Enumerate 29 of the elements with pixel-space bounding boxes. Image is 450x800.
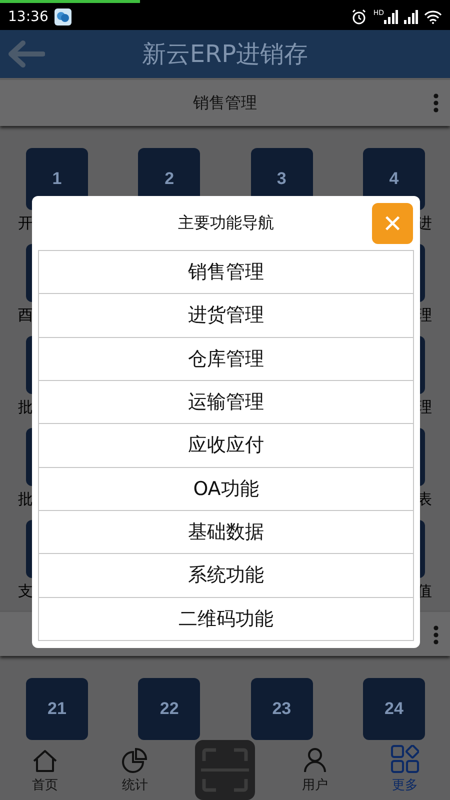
user-icon xyxy=(303,747,327,773)
app-title: 新云ERP进销存 xyxy=(142,39,308,70)
menu-tile[interactable]: 23 xyxy=(250,678,313,740)
menu-tile[interactable]: 21 xyxy=(26,678,88,740)
scan-icon xyxy=(201,747,249,793)
tile-label: 酉 xyxy=(18,306,33,324)
grid-icon xyxy=(391,745,419,773)
app-notification-icon xyxy=(54,8,72,26)
status-time: 13:36 xyxy=(8,8,48,24)
tile-label: 批 xyxy=(18,490,33,508)
alarm-icon xyxy=(351,8,368,24)
menu-tile[interactable]: 22 xyxy=(138,678,200,740)
tab-item[interactable]: 统计 xyxy=(105,740,165,800)
section-title: 销售管理 xyxy=(193,92,257,114)
tile-label: 开 xyxy=(18,214,33,232)
tab-item[interactable]: 首页 xyxy=(15,740,75,800)
menu-tile[interactable]: 24 xyxy=(362,678,425,740)
pie-chart-icon xyxy=(122,747,148,773)
tab-item[interactable]: 用户 xyxy=(285,740,345,800)
signal-icon xyxy=(384,10,398,24)
dialog-title: 主要功能导航 xyxy=(178,212,274,234)
tile-label: 批 xyxy=(18,398,33,416)
wifi-icon xyxy=(424,10,442,24)
tile-label: 支 xyxy=(18,582,33,600)
back-icon[interactable] xyxy=(7,40,45,68)
more-options-icon[interactable] xyxy=(433,625,439,645)
more-options-icon[interactable] xyxy=(433,93,439,113)
home-icon xyxy=(32,749,58,773)
signal-icon xyxy=(404,10,418,24)
